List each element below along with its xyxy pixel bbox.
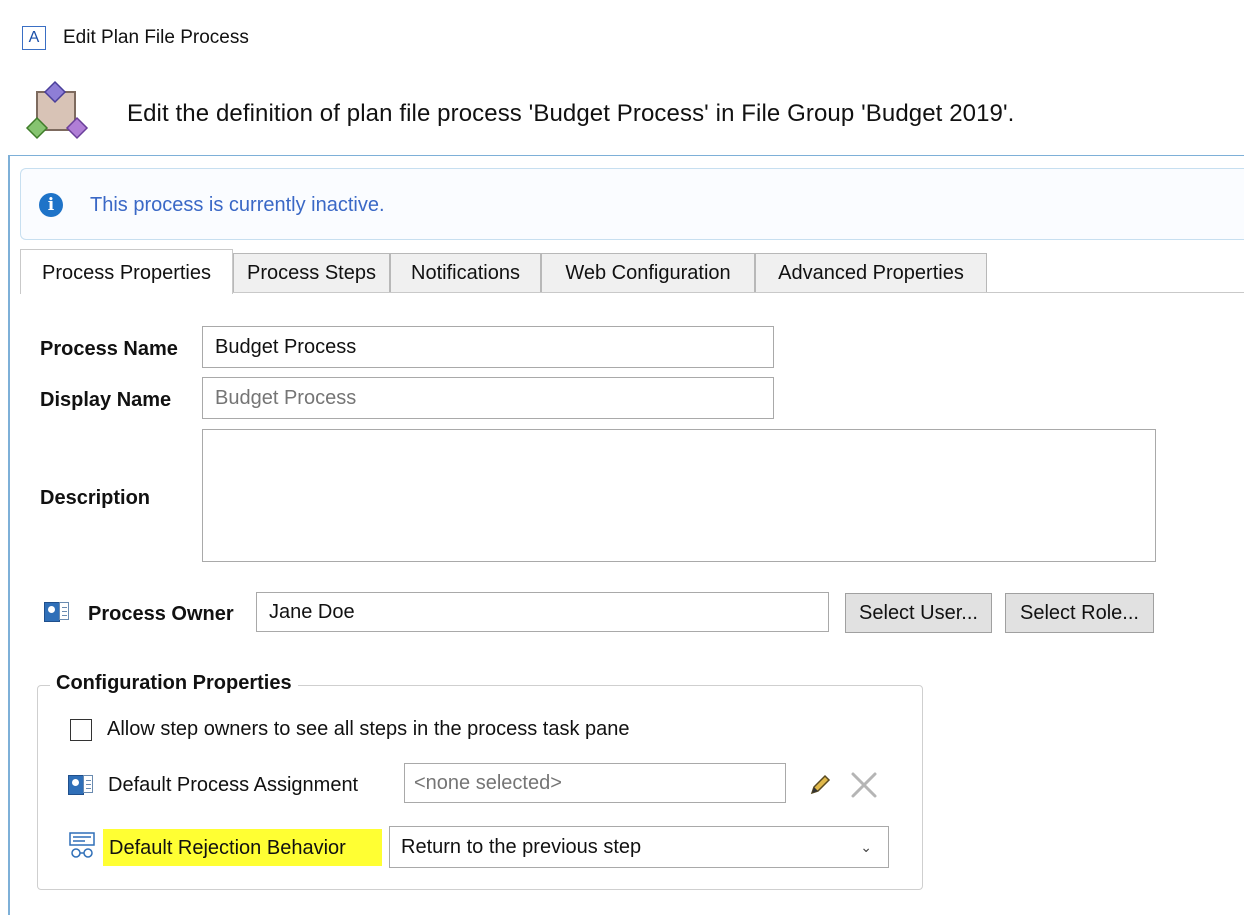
title-bar: A Edit Plan File Process [0,0,1244,78]
edit-pencil-icon[interactable] [806,771,834,799]
plan-file-process-icon [25,80,89,140]
tab-web-configuration[interactable]: Web Configuration [541,253,755,293]
tab-notifications[interactable]: Notifications [390,253,541,293]
info-icon: i [39,193,63,217]
process-name-input[interactable] [202,326,774,368]
display-name-input[interactable] [202,377,774,419]
process-owner-input[interactable] [256,592,829,632]
default-assignment-input[interactable] [404,763,786,803]
default-rejection-label: Default Rejection Behavior [109,837,346,859]
allow-steps-checkbox[interactable] [70,719,92,741]
select-role-button[interactable]: Select Role... [1005,593,1154,633]
description-label: Description [40,487,151,509]
default-rejection-select[interactable]: Return to the previous step ⌄ [389,826,889,868]
user-card-icon [44,602,70,622]
description-textarea[interactable] [202,429,1156,562]
process-owner-label: Process Owner [88,603,234,625]
display-name-label: Display Name [40,389,172,411]
assignment-card-icon [68,775,94,795]
info-message: This process is currently inactive. [90,194,385,216]
chevron-down-icon[interactable]: ⌄ [860,827,872,867]
window-title: Edit Plan File Process [63,27,249,48]
tab-advanced-properties[interactable]: Advanced Properties [755,253,987,293]
app-logo-icon: A [22,26,46,50]
content-top-border [8,155,1244,156]
rejection-behavior-icon [69,832,95,858]
select-user-button[interactable]: Select User... [845,593,992,633]
clear-x-icon[interactable] [848,769,880,801]
configuration-properties-title: Configuration Properties [50,672,298,695]
header-description: Edit the definition of plan file process… [127,100,1015,127]
default-rejection-value: Return to the previous step [401,836,642,858]
tab-process-steps[interactable]: Process Steps [233,253,390,293]
default-assignment-label: Default Process Assignment [108,774,359,796]
process-name-label: Process Name [40,338,178,360]
content-left-border [8,155,10,915]
allow-steps-label[interactable]: Allow step owners to see all steps in th… [107,718,630,741]
tab-process-properties[interactable]: Process Properties [20,249,233,294]
